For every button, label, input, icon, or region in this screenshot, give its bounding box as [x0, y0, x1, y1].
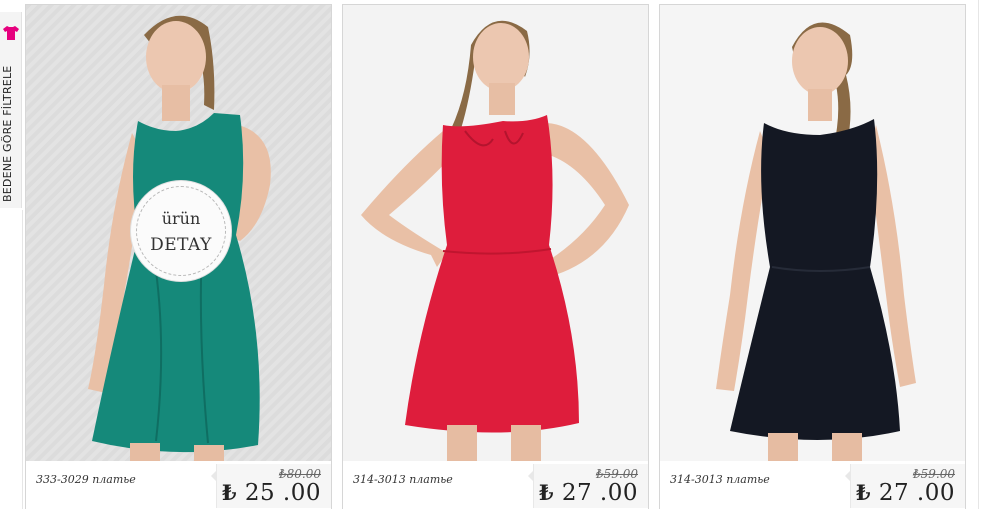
product-card[interactable]: 314-3013 платье ₺59.00 ₺ 27 .00 [659, 4, 966, 509]
current-price: ₺ 27 .00 [856, 480, 955, 506]
badge-line-1: ürün [161, 209, 201, 228]
price-value: 27 .00 [561, 480, 638, 506]
sidebar-divider [22, 210, 23, 509]
current-price: ₺ 25 .00 [222, 480, 321, 506]
page-right-border [978, 0, 979, 509]
product-code[interactable]: 314-3013 платье [670, 473, 770, 486]
currency-symbol: ₺ [538, 480, 555, 505]
product-card[interactable]: ürün DETAY 333-3029 платье ₺80.00 ₺ 25 .… [25, 4, 332, 509]
product-info: 314-3013 платье ₺59.00 ₺ 27 .00 [343, 461, 648, 509]
shirt-icon [3, 26, 19, 40]
old-price: ₺80.00 [279, 467, 321, 481]
product-photo[interactable] [660, 5, 965, 461]
price-value: 25 .00 [244, 480, 321, 506]
model-red-dress-image [343, 5, 648, 461]
product-card[interactable]: 314-3013 платье ₺59.00 ₺ 27 .00 [342, 4, 649, 509]
badge-line-2: DETAY [150, 235, 212, 255]
product-photo[interactable] [343, 5, 648, 461]
product-photo[interactable]: ürün DETAY [26, 5, 331, 461]
price-box: ₺59.00 ₺ 27 .00 [528, 464, 648, 508]
price-value: 27 .00 [878, 480, 955, 506]
old-price: ₺59.00 [596, 467, 638, 481]
currency-symbol: ₺ [221, 480, 238, 505]
size-filter-label: BEDENE GÖRE FİLTRELE [1, 65, 14, 202]
product-detail-badge[interactable]: ürün DETAY [131, 181, 231, 281]
product-code[interactable]: 333-3029 платье [36, 473, 136, 486]
price-box: ₺59.00 ₺ 27 .00 [845, 464, 965, 508]
model-black-dress-image [660, 5, 965, 461]
size-filter-tab[interactable]: BEDENE GÖRE FİLTRELE [0, 12, 22, 208]
product-info: 314-3013 платье ₺59.00 ₺ 27 .00 [660, 461, 965, 509]
badge-dashed-ring [136, 186, 226, 276]
price-box: ₺80.00 ₺ 25 .00 [211, 464, 331, 508]
product-info: 333-3029 платье ₺80.00 ₺ 25 .00 [26, 461, 331, 509]
currency-symbol: ₺ [855, 480, 872, 505]
product-code[interactable]: 314-3013 платье [353, 473, 453, 486]
current-price: ₺ 27 .00 [539, 480, 638, 506]
old-price: ₺59.00 [913, 467, 955, 481]
